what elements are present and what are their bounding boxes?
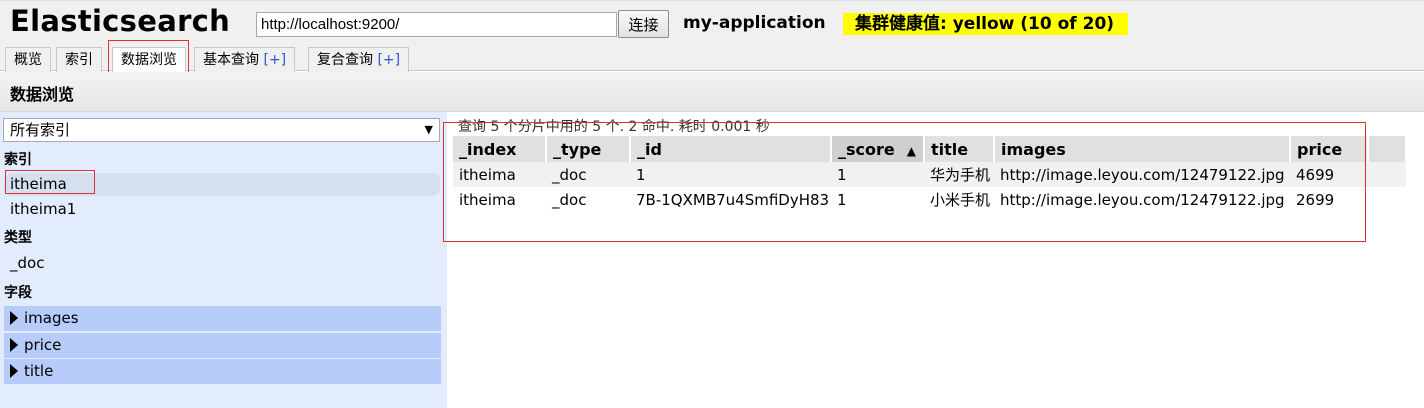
- section-header: 数据浏览: [0, 72, 1424, 112]
- tab-label: 索引: [65, 52, 93, 68]
- column-header[interactable]: price: [1290, 136, 1369, 162]
- expand-triangle-icon: [10, 364, 18, 378]
- table-cell: 7B-1QXMB7u4SmfiDyH83: [636, 190, 830, 209]
- expand-triangle-icon: [10, 338, 18, 352]
- table-cell: itheima: [453, 162, 546, 187]
- sidebar-item-index[interactable]: itheima1: [4, 198, 440, 221]
- cluster-health-badge: 集群健康值: yellow (10 of 20): [843, 13, 1129, 35]
- table-row[interactable]: itheima _doc 7B-1QXMB7u4SmfiDyH83 1 小米手机…: [453, 187, 1406, 212]
- table-cell-spacer: [1368, 187, 1406, 212]
- tab-label: 基本查询: [203, 52, 259, 68]
- sidebar-item-type[interactable]: _doc: [4, 252, 440, 275]
- tab-label: 概览: [14, 52, 42, 68]
- field-label: price: [24, 336, 62, 354]
- dropdown-arrow-icon: ▼: [424, 123, 433, 136]
- table-cell: 1: [837, 190, 847, 209]
- section-title: 数据浏览: [10, 85, 75, 104]
- table-cell: http://image.leyou.com/12479122.jpg: [994, 162, 1290, 187]
- table-cell: 华为手机: [924, 162, 994, 187]
- cluster-name: my-application: [683, 13, 826, 33]
- app-header: Elasticsearch 连接 my-application 集群健康值: y…: [0, 0, 1424, 44]
- sidebar: 所有索引 ▼ 索引 itheima itheima1 类型 _doc 字段 im…: [0, 112, 447, 408]
- query-summary: 查询 5 个分片中用的 5 个. 2 命中. 耗时 0.001 秒: [458, 119, 770, 135]
- tab-basic-query[interactable]: 基本查询 [+]: [194, 47, 296, 72]
- column-header-label: _score: [838, 139, 895, 159]
- sidebar-field-item[interactable]: images: [4, 306, 441, 331]
- column-header[interactable]: _type: [546, 136, 631, 162]
- table-cell: 4699: [1290, 162, 1368, 187]
- tab-bar: 概览 索引 数据浏览 基本查询 [+] 复合查询 [+]: [0, 44, 1424, 73]
- column-header[interactable]: _id: [630, 136, 832, 162]
- field-label: title: [24, 362, 54, 380]
- table-cell: itheima: [459, 190, 516, 209]
- index-select[interactable]: 所有索引 ▼: [3, 118, 440, 142]
- expand-triangle-icon: [10, 311, 18, 325]
- tab-label: 复合查询: [317, 52, 373, 68]
- index-select-value: 所有索引: [10, 121, 71, 139]
- sidebar-field-item[interactable]: price: [4, 333, 441, 358]
- results-table: _index _type _id _score ▲ title images pr…: [453, 136, 1407, 212]
- tab-data-browser[interactable]: 数据浏览: [112, 47, 186, 73]
- table-cell: 小米手机: [930, 191, 991, 209]
- table-cell: http://image.leyou.com/12479122.jpg: [1000, 190, 1285, 209]
- tab-compound-query[interactable]: 复合查询 [+]: [308, 47, 410, 72]
- table-cell-spacer: [1368, 162, 1406, 187]
- field-label: images: [24, 309, 79, 327]
- table-cell: 2699: [1296, 190, 1335, 209]
- column-header-spacer: [1368, 136, 1407, 162]
- table-row[interactable]: itheima _doc 1 1 华为手机 http://image.leyou…: [453, 162, 1406, 187]
- column-header[interactable]: title: [924, 136, 995, 162]
- cluster-url-input[interactable]: [256, 12, 617, 37]
- table-cell: 1: [831, 162, 924, 187]
- fields-heading: 字段: [4, 285, 32, 301]
- tab-overview[interactable]: 概览: [5, 47, 51, 72]
- table-header-row: _index _type _id _score ▲ title images pr…: [453, 136, 1407, 162]
- tab-indices[interactable]: 索引: [56, 47, 102, 72]
- sort-ascending-icon: ▲: [906, 143, 916, 158]
- indices-heading: 索引: [4, 152, 32, 168]
- connect-button[interactable]: 连接: [618, 10, 669, 38]
- types-heading: 类型: [4, 230, 32, 246]
- sidebar-item-index[interactable]: itheima: [4, 173, 440, 196]
- tab-add-button[interactable]: [+]: [263, 52, 286, 68]
- app-title: Elasticsearch: [10, 4, 231, 38]
- column-header-sorted[interactable]: _score ▲: [831, 136, 925, 162]
- tab-add-button[interactable]: [+]: [377, 52, 400, 68]
- column-header[interactable]: images: [994, 136, 1291, 162]
- table-cell: _doc: [552, 190, 587, 209]
- tab-label: 数据浏览: [121, 52, 177, 68]
- column-header[interactable]: _index: [453, 136, 547, 162]
- table-cell: _doc: [546, 162, 630, 187]
- sidebar-field-item[interactable]: title: [4, 359, 441, 384]
- table-cell: 1: [630, 162, 831, 187]
